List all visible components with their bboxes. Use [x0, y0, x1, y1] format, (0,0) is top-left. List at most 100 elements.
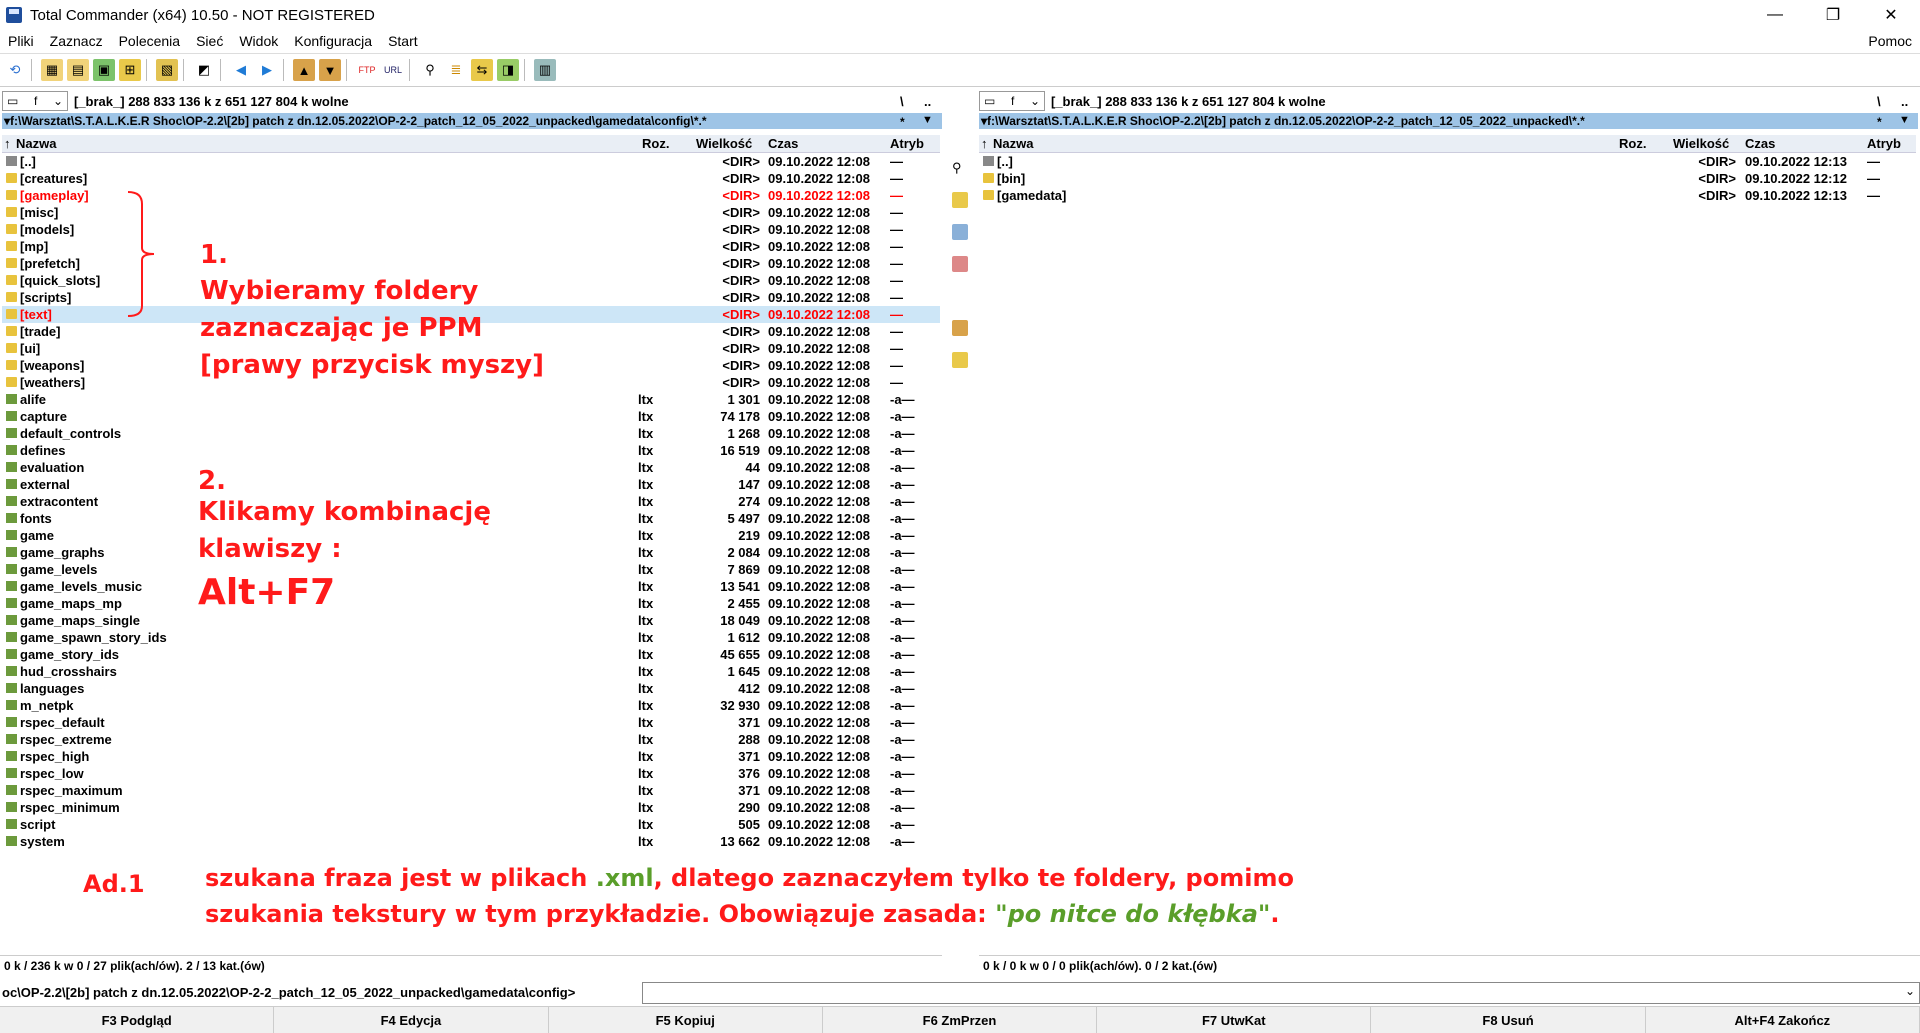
table-row[interactable]: languages ltx 412 09.10.2022 12:08 -a—: [2, 680, 940, 697]
table-row[interactable]: rspec_extreme ltx 288 09.10.2022 12:08 -a—: [2, 731, 940, 748]
menu-pomoc[interactable]: Pomoc: [1868, 33, 1912, 49]
tree-icon[interactable]: ⊞: [119, 59, 141, 81]
chevron-down-icon[interactable]: ⌄: [1905, 984, 1915, 998]
maximize-icon[interactable]: ❐: [1804, 0, 1862, 30]
back-icon[interactable]: ◀: [230, 59, 252, 81]
vbar-search-icon[interactable]: ⚲: [952, 160, 968, 176]
left-root-button[interactable]: \: [900, 94, 904, 109]
notepad-icon[interactable]: ▥: [534, 59, 556, 81]
table-row[interactable]: default_controls ltx 1 268 09.10.2022 12:08…: [2, 425, 940, 442]
table-row[interactable]: game_story_ids ltx 45 655 09.10.2022 12:08 -…: [2, 646, 940, 663]
left-col-time[interactable]: Czas: [768, 136, 798, 151]
ftp-icon[interactable]: FTP: [356, 59, 378, 81]
f4-edit-button[interactable]: F4 Edycja: [274, 1007, 549, 1033]
table-row[interactable]: rspec_default ltx 371 09.10.2022 12:08 -a—: [2, 714, 940, 731]
command-input[interactable]: ⌄: [642, 982, 1920, 1004]
url-icon[interactable]: URL: [382, 59, 404, 81]
left-col-attr[interactable]: Atryb: [890, 136, 924, 151]
menu-siec[interactable]: Sieć: [196, 33, 223, 49]
table-row[interactable]: evaluation ltx 44 09.10.2022 12:08 -a—: [2, 459, 940, 476]
right-root-button[interactable]: \: [1877, 94, 1881, 109]
table-row[interactable]: [bin] <DIR> 09.10.2022 12:12 —: [979, 170, 1916, 187]
menu-zaznacz[interactable]: Zaznacz: [50, 33, 103, 49]
altf4-exit-button[interactable]: Alt+F4 Zakończ: [1646, 1007, 1920, 1033]
f8-delete-button[interactable]: F8 Usuń: [1371, 1007, 1646, 1033]
pack-icon[interactable]: ▲: [293, 59, 315, 81]
file-time: 09.10.2022 12:12: [1745, 171, 1847, 186]
table-row[interactable]: alife ltx 1 301 09.10.2022 12:08 -a—: [2, 391, 940, 408]
search-icon[interactable]: ⚲: [419, 59, 441, 81]
menu-widok[interactable]: Widok: [239, 33, 278, 49]
vbar-edit-icon[interactable]: [952, 192, 968, 208]
menu-konfiguracja[interactable]: Konfiguracja: [294, 33, 372, 49]
f7-mkdir-button[interactable]: F7 UtwKat: [1097, 1007, 1372, 1033]
compare-icon[interactable]: ◨: [497, 59, 519, 81]
left-filter-star[interactable]: *: [900, 115, 905, 129]
menu-start[interactable]: Start: [388, 33, 418, 49]
table-row[interactable]: system ltx 13 662 09.10.2022 12:08 -a—: [2, 833, 940, 850]
minimize-icon[interactable]: —: [1746, 0, 1804, 30]
table-row[interactable]: capture ltx 74 178 09.10.2022 12:08 -a—: [2, 408, 940, 425]
table-row[interactable]: [gamedata] <DIR> 09.10.2022 12:13 —: [979, 187, 1916, 204]
right-col-name[interactable]: Nazwa: [993, 136, 1033, 151]
table-row[interactable]: game_maps_single ltx 18 049 09.10.2022 12:0…: [2, 612, 940, 629]
right-drive-select[interactable]: ▭ f ⌄: [979, 91, 1045, 111]
thumbnails-icon[interactable]: ▣: [93, 59, 115, 81]
multi-rename-icon[interactable]: ≣: [445, 59, 467, 81]
f5-copy-button[interactable]: F5 Kopiuj: [549, 1007, 823, 1033]
table-row[interactable]: game_graphs ltx 2 084 09.10.2022 12:08 -a—: [2, 544, 940, 561]
table-row[interactable]: defines ltx 16 519 09.10.2022 12:08 -a—: [2, 442, 940, 459]
table-row[interactable]: game_levels_music ltx 13 541 09.10.2022 12:…: [2, 578, 940, 595]
left-hotlist-chevron-icon[interactable]: ▼: [922, 114, 933, 126]
table-row[interactable]: game_levels ltx 7 869 09.10.2022 12:08 -a—: [2, 561, 940, 578]
table-row[interactable]: [..] <DIR> 09.10.2022 12:08 —: [2, 153, 940, 170]
vbar-pack-icon[interactable]: [952, 320, 968, 336]
table-row[interactable]: [creatures] <DIR> 09.10.2022 12:08 —: [2, 170, 940, 187]
vbar-newfolder-icon[interactable]: [952, 352, 968, 368]
table-row[interactable]: rspec_minimum ltx 290 09.10.2022 12:08 -a—: [2, 799, 940, 816]
menu-pliki[interactable]: Pliki: [8, 33, 34, 49]
menu-polecenia[interactable]: Polecenia: [119, 33, 181, 49]
f6-move-button[interactable]: F6 ZmPrzen: [823, 1007, 1098, 1033]
right-up-button[interactable]: ..: [1901, 94, 1908, 109]
table-row[interactable]: rspec_low ltx 376 09.10.2022 12:08 -a—: [2, 765, 940, 782]
file-name: [prefetch]: [20, 256, 80, 271]
refresh-icon[interactable]: ⟲: [4, 59, 26, 81]
view-icon[interactable]: ◩: [193, 59, 215, 81]
left-drive-select[interactable]: ▭ f ⌄: [2, 91, 68, 111]
right-col-time[interactable]: Czas: [1745, 136, 1775, 151]
full-view-icon[interactable]: ▤: [67, 59, 89, 81]
right-path-bar[interactable]: ▾ f:\Warsztat\S.T.A.L.K.E.R Shoc\OP-2.2\…: [979, 113, 1918, 129]
left-up-button[interactable]: ..: [924, 94, 931, 109]
table-row[interactable]: game_maps_mp ltx 2 455 09.10.2022 12:08 -a—: [2, 595, 940, 612]
table-row[interactable]: hud_crosshairs ltx 1 645 09.10.2022 12:08 -a…: [2, 663, 940, 680]
vbar-move-icon[interactable]: [952, 256, 968, 272]
left-col-size[interactable]: Wielkość: [696, 136, 752, 151]
table-row[interactable]: game ltx 219 09.10.2022 12:08 -a—: [2, 527, 940, 544]
f3-view-button[interactable]: F3 Podgląd: [0, 1007, 275, 1033]
table-row[interactable]: rspec_maximum ltx 371 09.10.2022 12:08 -a—: [2, 782, 940, 799]
left-col-name[interactable]: Nazwa: [16, 136, 56, 151]
right-col-size[interactable]: Wielkość: [1673, 136, 1729, 151]
table-row[interactable]: external ltx 147 09.10.2022 12:08 -a—: [2, 476, 940, 493]
right-col-ext[interactable]: Roz.: [1619, 136, 1646, 151]
table-row[interactable]: script ltx 505 09.10.2022 12:08 -a—: [2, 816, 940, 833]
close-icon[interactable]: ✕: [1862, 0, 1920, 30]
right-hotlist-chevron-icon[interactable]: ▼: [1899, 114, 1910, 126]
sync-dirs-icon[interactable]: ⇆: [471, 59, 493, 81]
right-col-attr[interactable]: Atryb: [1867, 136, 1901, 151]
vbar-copy-icon[interactable]: [952, 224, 968, 240]
file-name: [gameplay]: [20, 188, 89, 203]
table-row[interactable]: rspec_high ltx 371 09.10.2022 12:08 -a—: [2, 748, 940, 765]
table-row[interactable]: m_netpk ltx 32 930 09.10.2022 12:08 -a—: [2, 697, 940, 714]
forward-icon[interactable]: ▶: [256, 59, 278, 81]
right-filter-star[interactable]: *: [1877, 115, 1882, 129]
table-row[interactable]: [..] <DIR> 09.10.2022 12:13 —: [979, 153, 1916, 170]
table-row[interactable]: game_spawn_story_ids ltx 1 612 09.10.2022 1…: [2, 629, 940, 646]
brief-view-icon[interactable]: ▦: [41, 59, 63, 81]
right-status-text: 0 k / 0 k w 0 / 0 plik(ach/ów). 0 / 2 ka…: [983, 959, 1218, 973]
left-path-bar[interactable]: ▾ f:\Warsztat\S.T.A.L.K.E.R Shoc\OP-2.2\…: [2, 113, 942, 129]
left-col-ext[interactable]: Roz.: [642, 136, 669, 151]
invert-selection-icon[interactable]: ▧: [156, 59, 178, 81]
unpack-icon[interactable]: ▼: [319, 59, 341, 81]
